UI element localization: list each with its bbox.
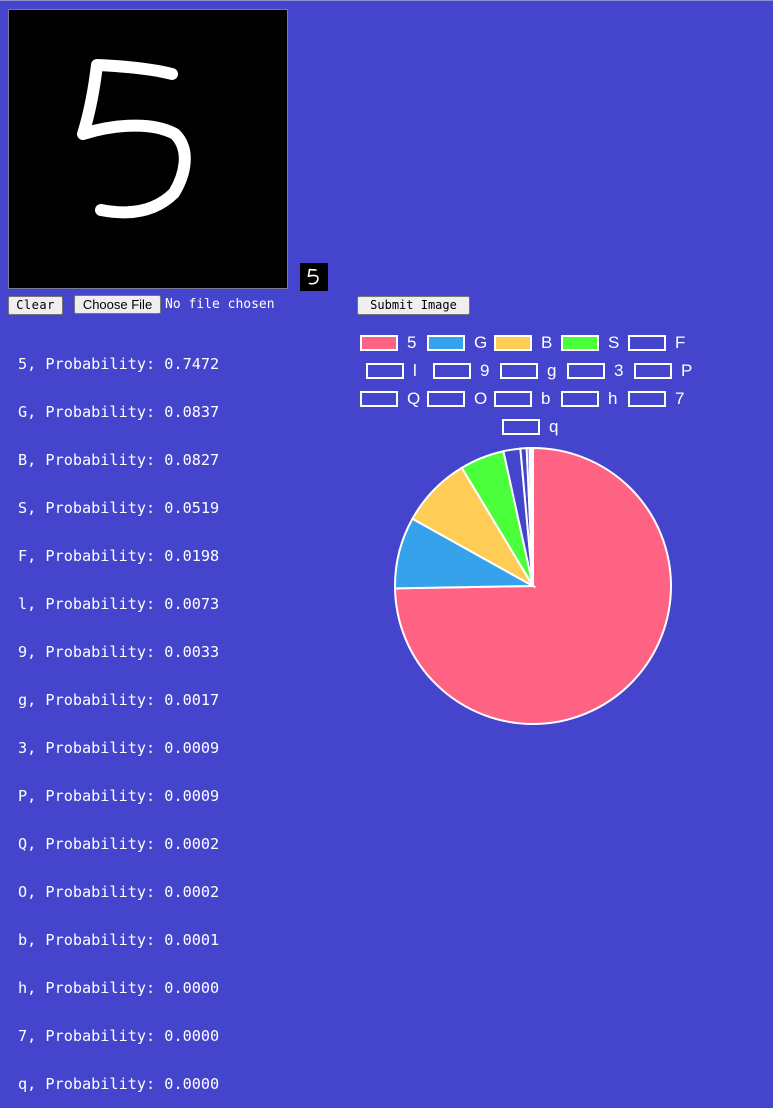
legend-label: S xyxy=(608,333,628,353)
choose-file-button[interactable]: Choose File xyxy=(74,295,161,314)
legend-swatch xyxy=(494,335,532,351)
legend-swatch xyxy=(567,363,605,379)
legend-item-1[interactable]: G xyxy=(427,332,494,354)
legend-item-11[interactable]: O xyxy=(427,388,494,410)
top-border xyxy=(0,0,773,1)
legend-swatch xyxy=(561,391,599,407)
legend-item-13[interactable]: h xyxy=(561,388,628,410)
legend-item-5[interactable]: l xyxy=(366,360,433,382)
legend-row: 5 G B S F xyxy=(360,332,695,354)
legend-label: h xyxy=(608,389,628,409)
legend-swatch xyxy=(433,363,471,379)
legend-label: l xyxy=(413,361,433,381)
result-item: F, Probability: 0.0198 xyxy=(18,548,219,564)
legend-swatch xyxy=(360,335,398,351)
legend-label: g xyxy=(547,361,567,381)
result-item: 3, Probability: 0.0009 xyxy=(18,740,219,756)
legend-label: G xyxy=(474,333,494,353)
preview-digit xyxy=(300,263,328,291)
result-item: B, Probability: 0.0827 xyxy=(18,452,219,468)
result-item: Q, Probability: 0.0002 xyxy=(18,836,219,852)
legend-swatch xyxy=(427,391,465,407)
legend-item-2[interactable]: B xyxy=(494,332,561,354)
legend-row: l 9 g 3 P xyxy=(366,360,701,382)
legend-row: Q Ob h 7 xyxy=(360,388,695,410)
legend-swatch xyxy=(561,335,599,351)
legend-item-12[interactable]: b xyxy=(494,388,561,410)
legend-item-9[interactable]: P xyxy=(634,360,701,382)
legend-label: O xyxy=(474,389,494,409)
prediction-results-list: 5, Probability: 0.7472 G, Probability: 0… xyxy=(18,324,219,1108)
legend-item-0[interactable]: 5 xyxy=(360,332,427,354)
legend-label: b xyxy=(541,389,561,409)
legend-item-4[interactable]: F xyxy=(628,332,695,354)
legend-swatch xyxy=(634,363,672,379)
legend-label: F xyxy=(675,333,695,353)
legend-label: 3 xyxy=(614,361,634,381)
result-item: 7, Probability: 0.0000 xyxy=(18,1028,219,1044)
legend-label: q xyxy=(549,417,569,437)
drawn-digit xyxy=(9,10,289,290)
result-item: O, Probability: 0.0002 xyxy=(18,884,219,900)
legend-label: Q xyxy=(407,389,427,409)
legend-label: 9 xyxy=(480,361,500,381)
result-item: G, Probability: 0.0837 xyxy=(18,404,219,420)
legend-swatch xyxy=(500,363,538,379)
digit-preview-thumbnail xyxy=(300,263,328,291)
legend-item-10[interactable]: Q xyxy=(360,388,427,410)
legend-item-6[interactable]: 9 xyxy=(433,360,500,382)
legend-label: P xyxy=(681,361,701,381)
drawing-canvas[interactable] xyxy=(8,9,288,289)
result-item: g, Probability: 0.0017 xyxy=(18,692,219,708)
result-item: 5, Probability: 0.7472 xyxy=(18,356,219,372)
result-item: h, Probability: 0.0000 xyxy=(18,980,219,996)
legend-item-7[interactable]: g xyxy=(500,360,567,382)
result-item: l, Probability: 0.0073 xyxy=(18,596,219,612)
no-file-chosen-label: No file chosen xyxy=(165,296,275,313)
legend-swatch xyxy=(494,391,532,407)
legend-item-8[interactable]: 3 xyxy=(567,360,634,382)
legend-swatch xyxy=(628,391,666,407)
probability-pie-chart xyxy=(393,447,673,727)
legend-swatch xyxy=(360,391,398,407)
result-item: b, Probability: 0.0001 xyxy=(18,932,219,948)
legend-swatch xyxy=(628,335,666,351)
clear-button[interactable]: Clear xyxy=(8,296,63,315)
legend-swatch xyxy=(502,419,540,435)
result-item: S, Probability: 0.0519 xyxy=(18,500,219,516)
legend-swatch xyxy=(366,363,404,379)
legend-item-3[interactable]: S xyxy=(561,332,628,354)
legend-row: q xyxy=(502,416,569,438)
legend-swatch xyxy=(427,335,465,351)
legend-item-14[interactable]: 7 xyxy=(628,388,695,410)
result-item: P, Probability: 0.0009 xyxy=(18,788,219,804)
result-item: 9, Probability: 0.0033 xyxy=(18,644,219,660)
legend-label: B xyxy=(541,333,561,353)
result-item: q, Probability: 0.0000 xyxy=(18,1076,219,1092)
legend-label: 5 xyxy=(407,333,427,353)
legend-label: 7 xyxy=(675,389,695,409)
legend-item-15[interactable]: q xyxy=(502,416,569,438)
submit-image-button[interactable]: Submit Image xyxy=(357,296,470,315)
